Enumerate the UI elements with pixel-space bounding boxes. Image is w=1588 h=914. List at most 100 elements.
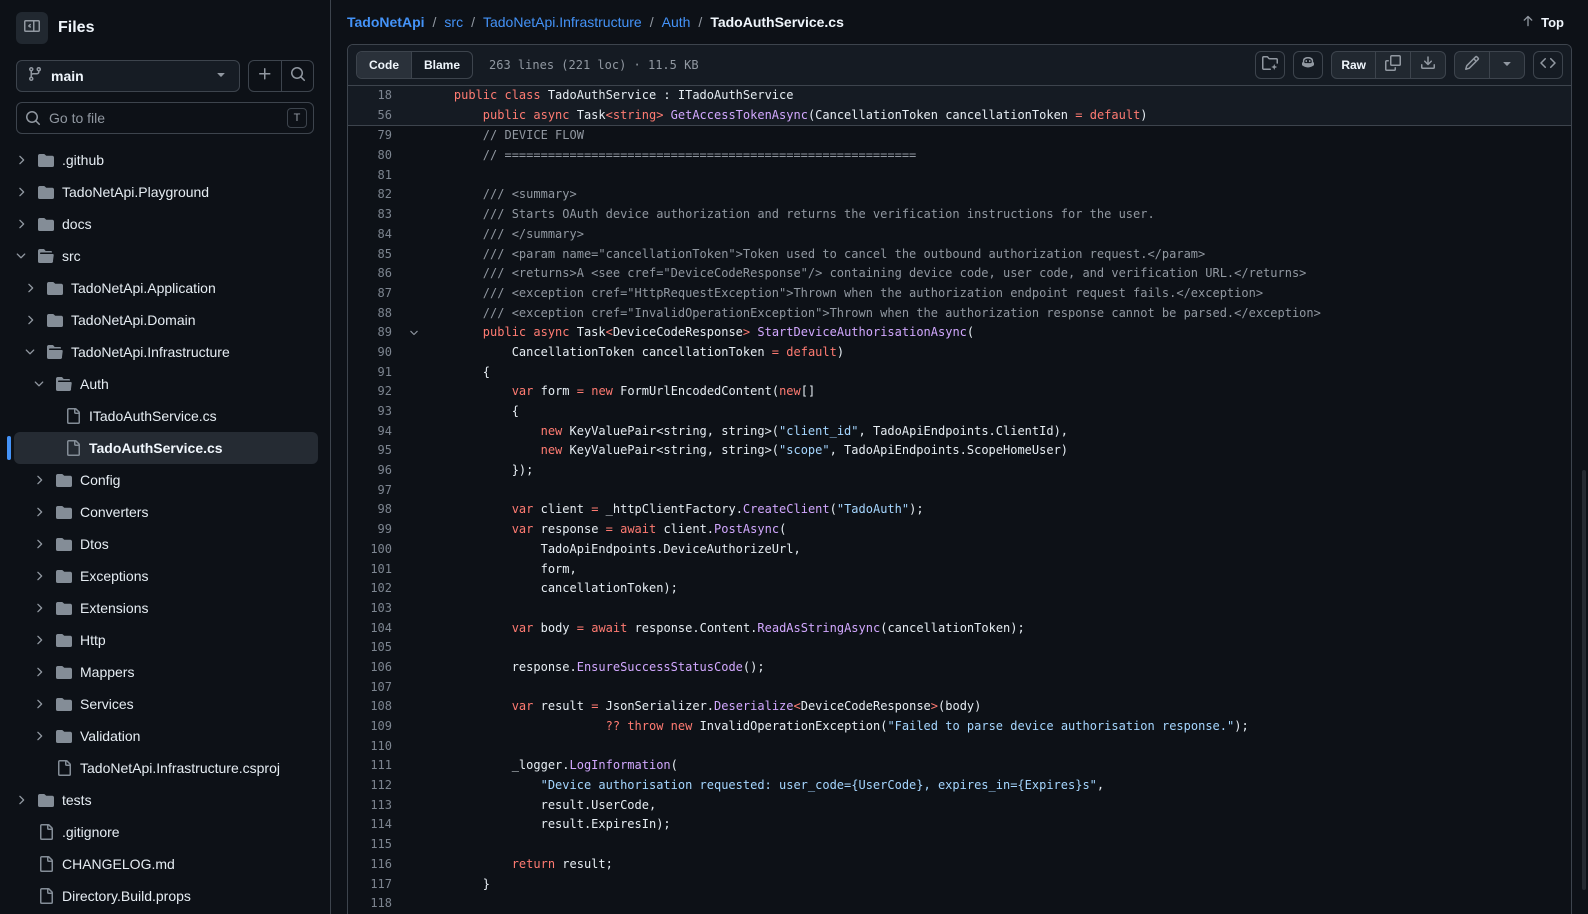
tree-item-auth[interactable]: Auth (14, 368, 318, 400)
add-file-button[interactable] (249, 61, 281, 91)
chevron-right-icon[interactable] (32, 569, 56, 583)
line-number[interactable]: 80 (348, 146, 408, 166)
line-number[interactable]: 115 (348, 835, 408, 855)
line-number[interactable]: 92 (348, 382, 408, 402)
line-number[interactable]: 86 (348, 264, 408, 284)
tree-item-extensions[interactable]: Extensions (14, 592, 318, 624)
line-number[interactable]: 111 (348, 756, 408, 776)
chevron-right-icon[interactable] (14, 153, 38, 167)
tree-item-mappers[interactable]: Mappers (14, 656, 318, 688)
tree-item-directory-build-props[interactable]: Directory.Build.props (14, 880, 318, 912)
tree-item-http[interactable]: Http (14, 624, 318, 656)
line-number[interactable]: 93 (348, 402, 408, 422)
breadcrumb-link[interactable]: Auth (662, 14, 691, 30)
line-number[interactable]: 82 (348, 185, 408, 205)
breadcrumb-link[interactable]: TadoNetApi (347, 14, 425, 30)
tree-item-docs[interactable]: docs (14, 208, 318, 240)
tab-code[interactable]: Code (357, 52, 411, 78)
line-number[interactable]: 118 (348, 894, 408, 914)
tree-item-dtos[interactable]: Dtos (14, 528, 318, 560)
chevron-right-icon[interactable] (32, 633, 56, 647)
chevron-right-icon[interactable] (14, 185, 38, 199)
chevron-right-icon[interactable] (14, 793, 38, 807)
line-number[interactable]: 104 (348, 619, 408, 639)
search-tree-button[interactable] (281, 61, 313, 91)
line-number[interactable]: 117 (348, 875, 408, 895)
line-number[interactable]: 109 (348, 717, 408, 737)
line-number[interactable]: 102 (348, 579, 408, 599)
tree-item-tadonetapi-domain[interactable]: TadoNetApi.Domain (14, 304, 318, 336)
tree-item-tadoauthservice-cs[interactable]: TadoAuthService.cs (7, 432, 318, 464)
chevron-down-icon[interactable] (32, 377, 56, 391)
line-number[interactable]: 113 (348, 796, 408, 816)
collapse-sidebar-button[interactable] (16, 12, 48, 44)
line-number[interactable]: 108 (348, 697, 408, 717)
tree-item-src[interactable]: src (14, 240, 318, 272)
chevron-right-icon[interactable] (32, 697, 56, 711)
tree-item-changelog-md[interactable]: CHANGELOG.md (14, 848, 318, 880)
go-to-file-input[interactable] (16, 102, 314, 134)
chevron-right-icon[interactable] (32, 537, 56, 551)
chevron-right-icon[interactable] (23, 281, 47, 295)
edit-dropdown-button[interactable] (1489, 52, 1524, 78)
line-number[interactable]: 112 (348, 776, 408, 796)
copilot-button[interactable] (1293, 51, 1324, 79)
back-to-top-button[interactable]: Top (1513, 10, 1572, 35)
chevron-down-icon[interactable] (14, 249, 38, 263)
symbols-panel-button[interactable] (1533, 51, 1563, 79)
line-number[interactable]: 79 (348, 126, 408, 146)
tree-item--github[interactable]: .github (14, 144, 318, 176)
breadcrumb-link[interactable]: TadoNetApi.Infrastructure (483, 14, 642, 30)
tree-item-validation[interactable]: Validation (14, 720, 318, 752)
tree-item-services[interactable]: Services (14, 688, 318, 720)
tree-item-tadonetapi-playground[interactable]: TadoNetApi.Playground (14, 176, 318, 208)
line-number[interactable]: 89 (348, 323, 408, 343)
line-number[interactable]: 85 (348, 245, 408, 265)
open-with-workspace-button[interactable] (1255, 51, 1286, 79)
line-number[interactable]: 96 (348, 461, 408, 481)
tree-item-config[interactable]: Config (14, 464, 318, 496)
line-number[interactable]: 95 (348, 441, 408, 461)
line-number[interactable]: 56 (348, 106, 408, 126)
tree-item-tadonetapi-infrastructure[interactable]: TadoNetApi.Infrastructure (14, 336, 318, 368)
line-number[interactable]: 107 (348, 678, 408, 698)
line-number[interactable]: 110 (348, 737, 408, 757)
tree-item-itadoauthservice-cs[interactable]: ITadoAuthService.cs (14, 400, 318, 432)
line-number[interactable]: 81 (348, 166, 408, 186)
copy-raw-button[interactable] (1375, 52, 1410, 78)
tree-item-converters[interactable]: Converters (14, 496, 318, 528)
line-number[interactable]: 114 (348, 815, 408, 835)
line-number[interactable]: 90 (348, 343, 408, 363)
chevron-right-icon[interactable] (32, 601, 56, 615)
chevron-right-icon[interactable] (14, 217, 38, 231)
fold-chevron-icon[interactable] (408, 323, 425, 343)
line-number[interactable]: 101 (348, 560, 408, 580)
line-number[interactable]: 91 (348, 363, 408, 383)
line-number[interactable]: 103 (348, 599, 408, 619)
breadcrumb-link[interactable]: src (444, 14, 463, 30)
line-number[interactable]: 106 (348, 658, 408, 678)
line-number[interactable]: 99 (348, 520, 408, 540)
scrollbar-thumb[interactable] (1582, 470, 1586, 890)
line-number[interactable]: 83 (348, 205, 408, 225)
chevron-right-icon[interactable] (32, 729, 56, 743)
line-number[interactable]: 116 (348, 855, 408, 875)
line-number[interactable]: 105 (348, 638, 408, 658)
line-number[interactable]: 18 (348, 86, 408, 106)
chevron-right-icon[interactable] (32, 505, 56, 519)
raw-button[interactable]: Raw (1332, 52, 1375, 78)
download-button[interactable] (1410, 52, 1445, 78)
line-number[interactable]: 88 (348, 304, 408, 324)
line-number[interactable]: 94 (348, 422, 408, 442)
tab-blame[interactable]: Blame (411, 52, 472, 78)
tree-item--gitignore[interactable]: .gitignore (14, 816, 318, 848)
tree-item-tadonetapi-application[interactable]: TadoNetApi.Application (14, 272, 318, 304)
line-number[interactable]: 84 (348, 225, 408, 245)
chevron-right-icon[interactable] (23, 313, 47, 327)
line-number[interactable]: 97 (348, 481, 408, 501)
line-number[interactable]: 100 (348, 540, 408, 560)
tree-item-tests[interactable]: tests (14, 784, 318, 816)
branch-selector[interactable]: main (16, 60, 240, 92)
line-number[interactable]: 87 (348, 284, 408, 304)
edit-file-button[interactable] (1455, 52, 1489, 78)
